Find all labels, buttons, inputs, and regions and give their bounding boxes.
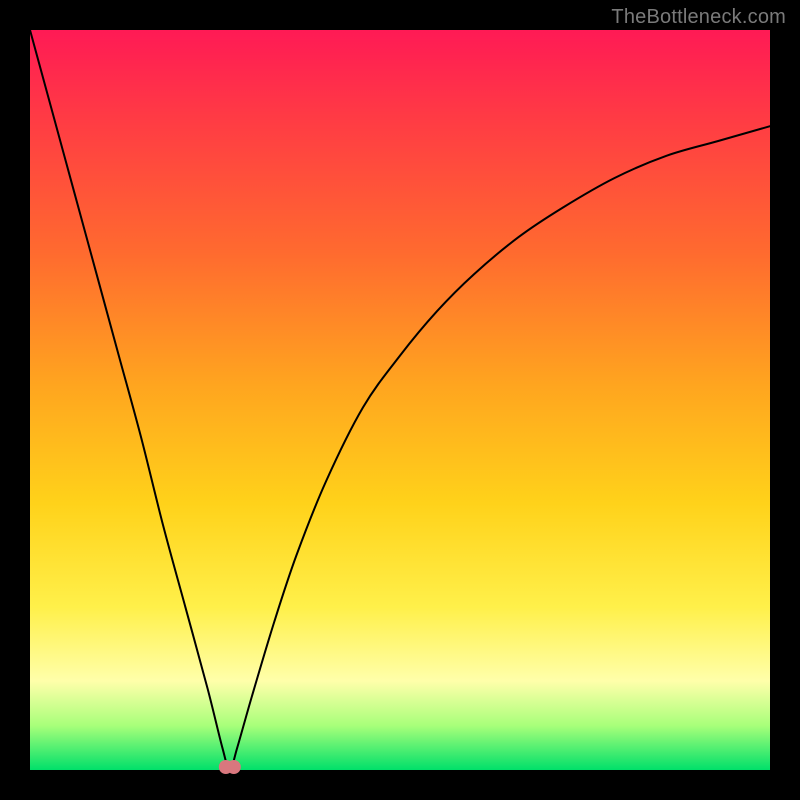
bottleneck-curve-path <box>30 30 770 770</box>
watermark-text: TheBottleneck.com <box>611 6 786 29</box>
chart-svg <box>30 30 770 770</box>
chart-frame: TheBottleneck.com <box>0 0 800 800</box>
trough-marker-icon <box>227 760 241 774</box>
